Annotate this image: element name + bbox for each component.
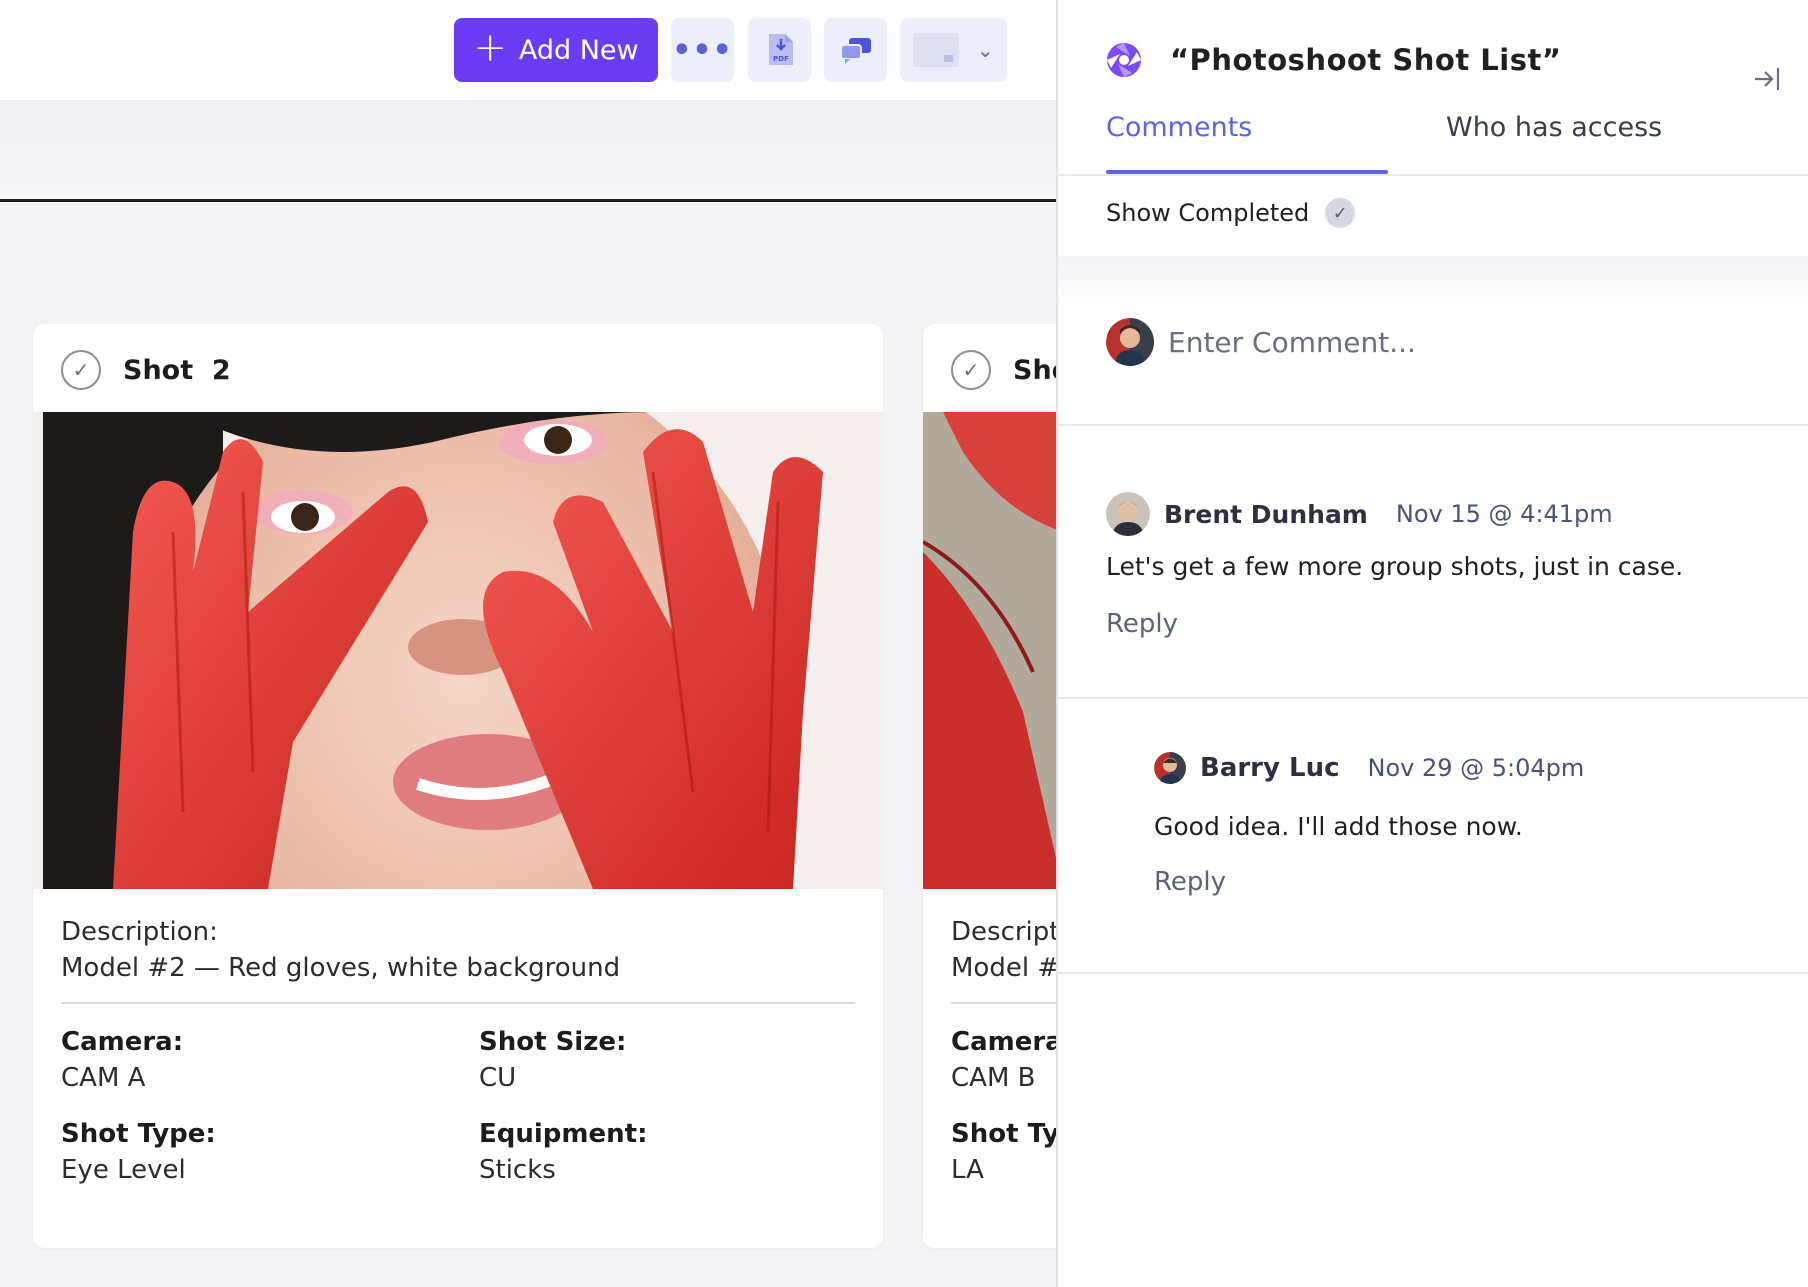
chevron-down-icon: ⌄ — [977, 38, 994, 62]
description-label: Description: — [61, 917, 218, 947]
comments-panel: “Photoshoot Shot List” Comments Who has … — [1056, 0, 1808, 1287]
model-red-fabric-photo — [923, 412, 1056, 889]
description-text: Model #2 — Red gloves, white background — [61, 953, 621, 983]
description-text: Model # — [951, 953, 1056, 983]
comments-toggle-button[interactable] — [824, 18, 887, 82]
field-value: CAM A — [61, 1063, 146, 1093]
export-pdf-button[interactable]: PDF — [748, 18, 811, 82]
field-value: LA — [951, 1155, 984, 1185]
panel-tabs: Comments Who has access — [1106, 112, 1808, 176]
pdf-download-icon: PDF — [768, 34, 793, 65]
add-new-label: Add New — [518, 34, 639, 66]
checkmark-icon[interactable]: ✓ — [1325, 198, 1356, 228]
avatar — [1154, 752, 1186, 784]
comment-header: Brent Dunham Nov 15 @ 4:41pm — [1106, 492, 1683, 536]
comment-timestamp: Nov 29 @ 5:04pm — [1367, 754, 1585, 782]
view-mode-dropdown[interactable]: ⌄ — [900, 18, 1007, 82]
complete-check-icon[interactable]: ✓ — [61, 350, 101, 390]
field-label: Shot Type: — [951, 1119, 1056, 1149]
pdf-badge: PDF — [773, 55, 789, 63]
show-completed-label: Show Completed — [1106, 199, 1310, 227]
field-label: Camera: — [61, 1027, 184, 1057]
tab-who-has-access[interactable]: Who has access — [1446, 112, 1662, 143]
shot-image[interactable] — [33, 412, 883, 889]
description-block: Description: Model #2 — Red gloves, whit… — [61, 914, 620, 986]
comment-body: Let's get a few more group shots, just i… — [1106, 552, 1684, 581]
tab-comments[interactable]: Comments — [1106, 112, 1252, 143]
show-completed-toggle[interactable]: Show Completed ✓ — [1106, 198, 1356, 228]
comment-body: Good idea. I'll add those now. — [1154, 812, 1523, 841]
reply-link[interactable]: Reply — [1154, 867, 1226, 897]
comment-divider — [1058, 972, 1808, 974]
shot-title: Shot 2 — [123, 354, 231, 386]
composer-divider — [1058, 424, 1808, 426]
description-label: Description: — [951, 917, 1056, 947]
panel-title: “Photoshoot Shot List” — [1170, 43, 1562, 77]
section-shadow — [1058, 256, 1808, 306]
shot-size-field: Shot Size: CU — [479, 1024, 626, 1096]
top-toolbar: + Add New ••• PDF ⌄ — [0, 0, 1056, 100]
comment-author[interactable]: Brent Dunham — [1164, 500, 1368, 529]
comment-timestamp: Nov 15 @ 4:41pm — [1395, 500, 1613, 528]
comment-reply-item: Barry Luc Nov 29 @ 5:04pm Good idea. I'l… — [1154, 752, 1584, 897]
chat-bubbles-icon — [839, 38, 871, 64]
comment-input[interactable] — [1168, 325, 1688, 359]
card-divider — [61, 1002, 855, 1004]
comment-header: Barry Luc Nov 29 @ 5:04pm — [1154, 752, 1584, 784]
shot-type-field: Shot Type: Eye Level — [61, 1116, 216, 1188]
view-thumbnail-icon — [913, 33, 959, 67]
field-label: Shot Size: — [479, 1027, 627, 1057]
shot-card-header: ✓ Shot 2 — [61, 350, 231, 390]
aperture-logo-icon — [1107, 43, 1141, 77]
shot-list-workspace: + Add New ••• PDF ⌄ ✓ Shot 2 Description… — [0, 0, 1056, 1287]
shot-image[interactable] — [923, 412, 1056, 889]
camera-field: Camera: CAM B — [951, 1024, 1056, 1096]
card-divider — [951, 1002, 1056, 1004]
shot-title: Shot — [1013, 354, 1056, 386]
field-value: CU — [479, 1063, 517, 1093]
reply-link[interactable]: Reply — [1106, 609, 1178, 639]
comment-author[interactable]: Barry Luc — [1200, 753, 1340, 783]
field-label: Equipment: — [479, 1119, 648, 1149]
add-new-button[interactable]: + Add New — [454, 18, 658, 82]
equipment-field: Equipment: Sticks — [479, 1116, 647, 1188]
tabs-divider — [1058, 174, 1808, 176]
field-value: CAM B — [951, 1063, 1036, 1093]
shot-card[interactable]: ✓ Shot Description: Model # Camera: CAM … — [923, 324, 1056, 1248]
comment-composer — [1106, 318, 1688, 366]
comment-divider — [1058, 697, 1808, 699]
field-label: Shot Type: — [61, 1119, 216, 1149]
avatar — [1106, 492, 1150, 536]
shot-type-field: Shot Type: LA — [951, 1116, 1056, 1188]
model-red-gloves-photo — [33, 412, 883, 889]
more-dots-icon: ••• — [672, 32, 733, 68]
comment-item: Brent Dunham Nov 15 @ 4:41pm Let's get a… — [1106, 492, 1683, 639]
plus-icon: + — [473, 25, 507, 71]
shot-card-header: ✓ Shot — [951, 350, 1056, 390]
more-options-button[interactable]: ••• — [671, 18, 734, 82]
field-label: Camera: — [951, 1027, 1056, 1057]
avatar — [1106, 318, 1154, 366]
header-band — [0, 100, 1056, 200]
field-value: Sticks — [479, 1155, 556, 1185]
shot-card[interactable]: ✓ Shot 2 Description: Model #2 — Red glo… — [33, 324, 883, 1248]
camera-field: Camera: CAM A — [61, 1024, 183, 1096]
complete-check-icon[interactable]: ✓ — [951, 350, 991, 390]
field-value: Eye Level — [61, 1155, 186, 1185]
panel-header: “Photoshoot Shot List” — [1106, 42, 1561, 78]
description-block: Description: Model # — [951, 914, 1056, 986]
collapse-panel-icon[interactable] — [1752, 64, 1782, 94]
